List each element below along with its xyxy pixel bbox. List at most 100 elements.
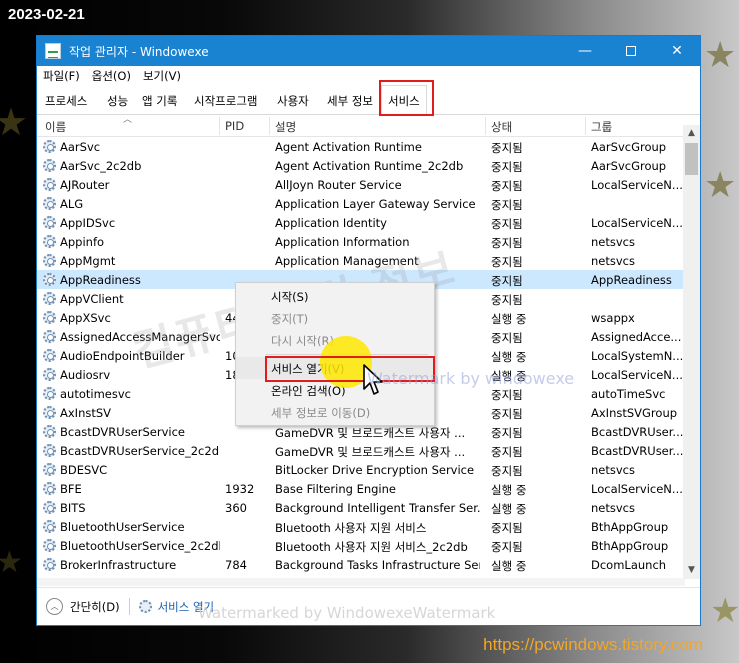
- tab-performance[interactable]: 성능: [105, 93, 130, 109]
- service-row[interactable]: BDESVC BitLocker Drive Encryption Service…: [37, 460, 685, 479]
- service-name: autotimesvc: [60, 387, 131, 401]
- url-stamp: https://pcwindows.tistory.com: [483, 635, 703, 654]
- service-status: 실행 중: [491, 369, 527, 383]
- service-group: AarSvcGroup: [591, 140, 667, 154]
- service-row[interactable]: AarSvc_2c2db Agent Activation Runtime_2c2…: [37, 156, 685, 175]
- service-group: BcastDVRUser...: [591, 444, 683, 458]
- title-bar[interactable]: 작업 관리자 - Windowexe — ✕: [37, 36, 700, 66]
- horizontal-scrollbar[interactable]: [37, 578, 685, 586]
- menu-view[interactable]: 보기(V): [143, 68, 181, 84]
- service-description: GameDVR 및 브로드캐스트 사용자 ...: [275, 426, 466, 440]
- service-group: netsvcs: [591, 463, 635, 477]
- service-group: AarSvcGroup: [591, 159, 667, 173]
- service-name: AarSvc_2c2db: [60, 159, 142, 173]
- service-description: AllJoyn Router Service: [275, 178, 402, 192]
- star-decoration-icon: ★: [710, 591, 739, 631]
- service-group: netsvcs: [591, 235, 635, 249]
- service-name: AppVClient: [60, 292, 124, 306]
- tab-details[interactable]: 세부 정보: [325, 93, 375, 109]
- service-gear-icon: [43, 330, 56, 343]
- service-group: AppReadiness: [591, 273, 672, 287]
- service-name: AssignedAccessManagerSvc: [60, 330, 220, 344]
- fewer-details-icon[interactable]: ︿: [46, 598, 63, 615]
- service-row[interactable]: BluetoothUserService Bluetooth 사용자 지원 서비스…: [37, 517, 685, 536]
- service-row[interactable]: AarSvc Agent Activation Runtime 중지됨 AarSvcG…: [37, 137, 685, 156]
- service-status: 중지됨: [491, 521, 523, 535]
- service-row[interactable]: ALG Application Layer Gateway Service 중지됨: [37, 194, 685, 213]
- open-services-link[interactable]: 서비스 열기: [158, 599, 215, 615]
- column-pid-header[interactable]: PID: [225, 119, 244, 133]
- maximize-button[interactable]: [608, 36, 654, 66]
- close-button[interactable]: ✕: [654, 36, 700, 66]
- service-row[interactable]: BcastDVRUserService_2c2db GameDVR 및 브로드캐스…: [37, 441, 685, 460]
- service-row[interactable]: BITS 360 Background Intelligent Transfer S…: [37, 498, 685, 517]
- scroll-up-arrow-icon[interactable]: ▲: [683, 125, 700, 142]
- service-row[interactable]: AJRouter AllJoyn Router Service 중지됨 LocalSe…: [37, 175, 685, 194]
- vertical-scrollbar[interactable]: ▲ ▼: [683, 125, 700, 579]
- service-pid: 784: [225, 558, 247, 572]
- service-gear-icon: [43, 463, 56, 476]
- service-group: LocalServiceN...: [591, 178, 683, 192]
- scroll-down-arrow-icon[interactable]: ▼: [683, 562, 700, 579]
- column-status-header[interactable]: 상태: [491, 119, 512, 135]
- service-status: 중지됨: [491, 236, 523, 250]
- service-gear-icon: [43, 140, 56, 153]
- service-row[interactable]: BluetoothUserService_2c2db Bluetooth 사용자 …: [37, 536, 685, 555]
- service-status: 중지됨: [491, 331, 523, 345]
- star-decoration-icon: ★: [0, 100, 29, 144]
- service-name: BDESVC: [60, 463, 108, 477]
- menu-bar: 파일(F) 옵션(O) 보기(V): [37, 66, 700, 85]
- service-row[interactable]: AppIDSvc Application Identity 중지됨 LocalServ…: [37, 213, 685, 232]
- context-stop[interactable]: 중지(T): [236, 307, 434, 329]
- minimize-button[interactable]: —: [562, 36, 608, 66]
- service-gear-icon: [43, 558, 56, 571]
- scrollbar-thumb[interactable]: [685, 143, 698, 175]
- service-name: AudioEndpointBuilder: [60, 349, 185, 363]
- service-name: AppMgmt: [60, 254, 116, 268]
- service-status: 실행 중: [491, 483, 527, 497]
- service-row[interactable]: AppMgmt Application Management 중지됨 netsvcs: [37, 251, 685, 270]
- service-name: AxInstSV: [60, 406, 112, 420]
- service-status: 중지됨: [491, 274, 523, 288]
- service-name: AarSvc: [60, 140, 101, 154]
- service-gear-icon: [43, 197, 56, 210]
- service-pid: 1932: [225, 482, 255, 496]
- service-name: BITS: [60, 501, 86, 515]
- fewer-details-button[interactable]: 간단히(D): [70, 599, 120, 615]
- service-row[interactable]: BrokerInfrastructure 784 Background Tasks …: [37, 555, 685, 574]
- tab-app-history[interactable]: 앱 기록: [140, 93, 179, 109]
- services-gear-icon: [138, 600, 152, 613]
- service-status: 중지됨: [491, 445, 523, 459]
- service-group: AxInstSVGroup: [591, 406, 678, 420]
- service-description: Bluetooth 사용자 지원 서비스: [275, 521, 427, 535]
- tab-users[interactable]: 사용자: [275, 93, 311, 109]
- column-name-header[interactable]: 이름: [45, 119, 66, 135]
- service-name: BluetoothUserService: [60, 520, 185, 534]
- service-status: 중지됨: [491, 388, 523, 402]
- service-name: AppIDSvc: [60, 216, 116, 230]
- service-group: BthAppGroup: [591, 520, 669, 534]
- service-name: AJRouter: [60, 178, 110, 192]
- tab-services[interactable]: 서비스: [381, 85, 427, 115]
- service-row[interactable]: BFE 1932 Base Filtering Engine 실행 중 LocalSer…: [37, 479, 685, 498]
- service-gear-icon: [43, 292, 56, 305]
- service-row[interactable]: Appinfo Application Information 중지됨 netsvcs: [37, 232, 685, 251]
- service-description: Agent Activation Runtime_2c2db: [275, 159, 464, 173]
- context-go-to-details[interactable]: 세부 정보로 이동(D): [236, 401, 434, 423]
- menu-options[interactable]: 옵션(O): [92, 68, 131, 84]
- service-description: GameDVR 및 브로드캐스트 사용자 ...: [275, 445, 466, 459]
- service-description: Application Layer Gateway Service: [275, 197, 476, 211]
- menu-file[interactable]: 파일(F): [43, 68, 80, 84]
- service-name: BluetoothUserService_2c2db: [60, 539, 220, 553]
- column-group-header[interactable]: 그룹: [591, 119, 612, 135]
- service-name: AppReadiness: [60, 273, 141, 287]
- tab-startup[interactable]: 시작프로그램: [192, 93, 259, 109]
- service-status: 중지됨: [491, 464, 523, 478]
- maximize-icon: [626, 46, 636, 56]
- context-start[interactable]: 시작(S): [236, 285, 434, 307]
- service-status: 실행 중: [491, 559, 527, 573]
- service-group: netsvcs: [591, 501, 635, 515]
- tab-processes[interactable]: 프로세스: [43, 93, 89, 109]
- column-description-header[interactable]: 설명: [275, 119, 296, 135]
- service-gear-icon: [43, 368, 56, 381]
